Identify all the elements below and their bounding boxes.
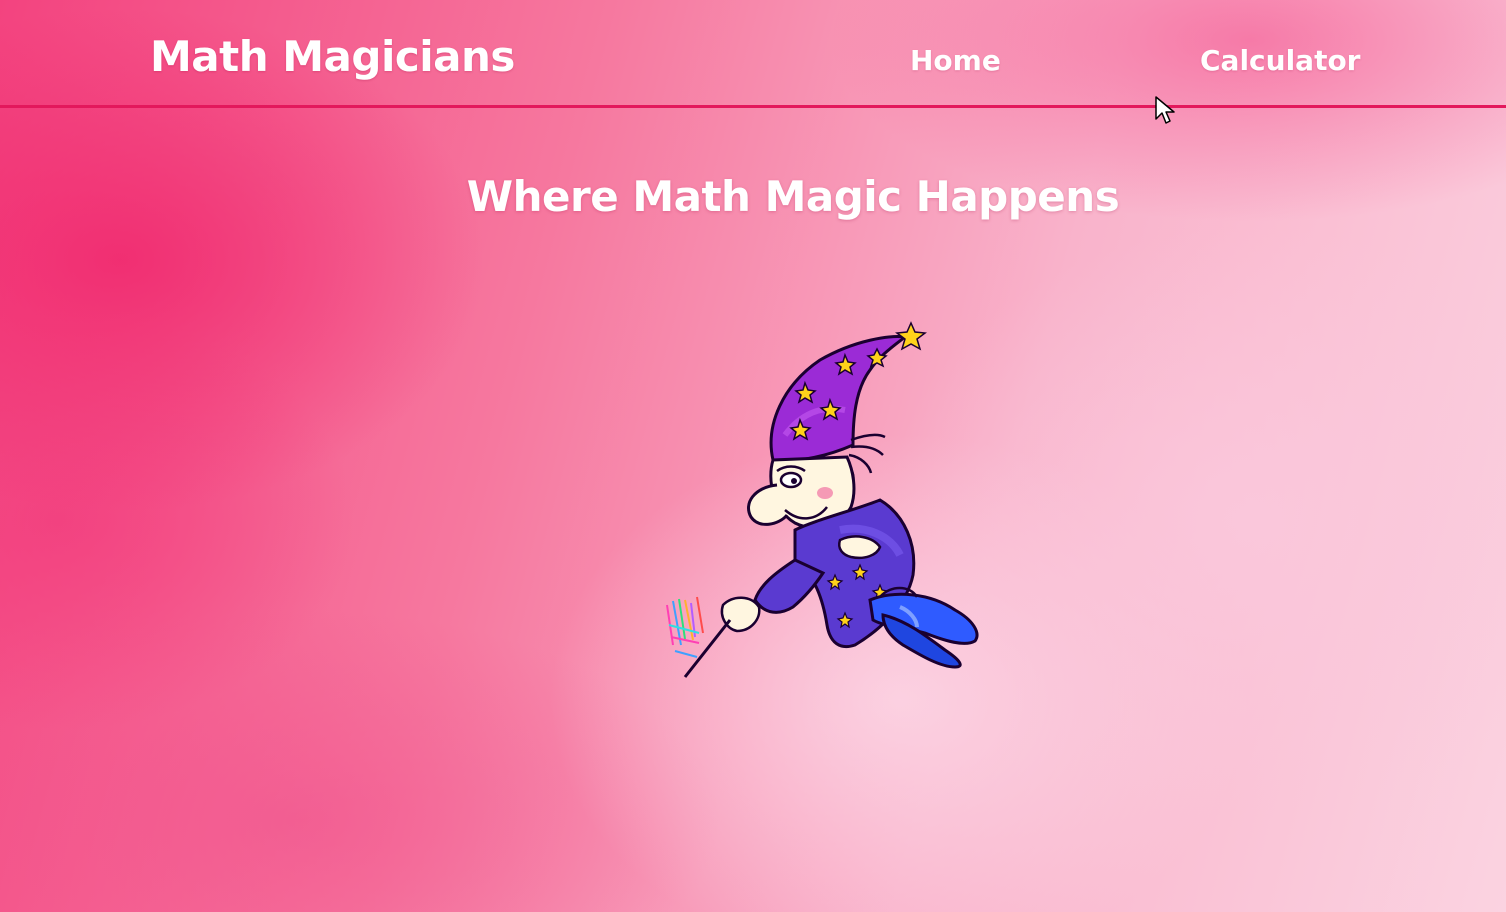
wizard-illustration — [666, 321, 979, 678]
nav-link-home[interactable]: Home — [910, 44, 1001, 77]
page-headline: Where Math Magic Happens — [466, 172, 1120, 221]
brand-logo[interactable]: Math Magicians — [150, 32, 515, 81]
mouse-pointer-icon — [1155, 96, 1175, 124]
navbar: Math Magicians Home Calculator — [0, 0, 1506, 108]
nav-link-calculator[interactable]: Calculator — [1200, 44, 1361, 77]
